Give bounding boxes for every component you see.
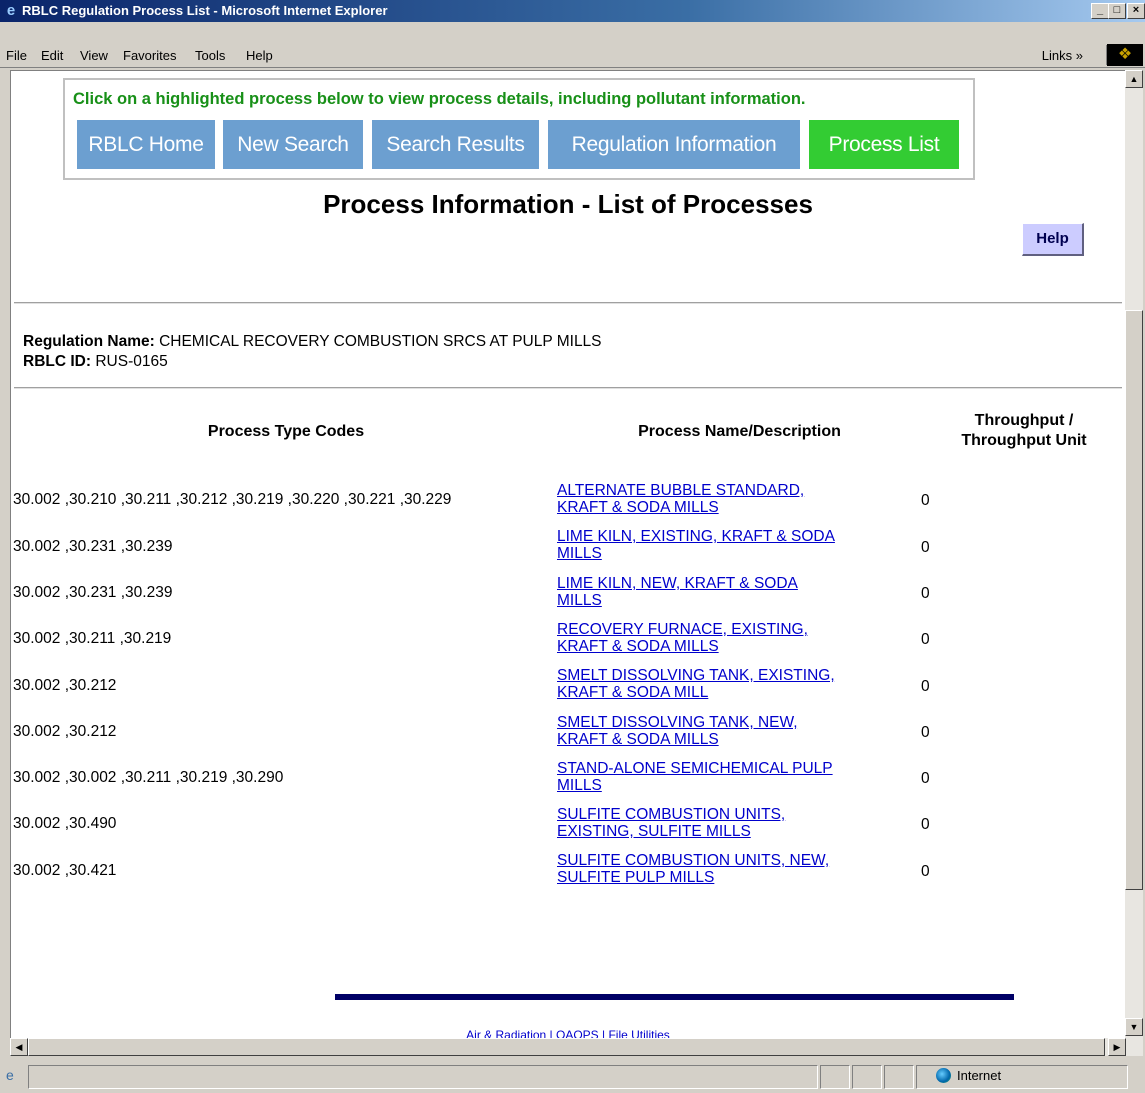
process-codes: 30.002 ,30.231 ,30.239 bbox=[13, 584, 173, 601]
regulation-name-label: Regulation Name: bbox=[23, 333, 155, 350]
menu-view[interactable]: View bbox=[80, 48, 108, 63]
divider bbox=[14, 302, 1122, 304]
horizontal-scroll-thumb[interactable] bbox=[28, 1038, 1105, 1056]
window-title: RBLC Regulation Process List - Microsoft… bbox=[22, 3, 388, 18]
regulation-name-line: Regulation Name: CHEMICAL RECOVERY COMBU… bbox=[23, 333, 602, 351]
page-status-icon: e bbox=[6, 1067, 14, 1083]
navigation-box: Click on a highlighted process below to … bbox=[63, 78, 975, 180]
footer-rule bbox=[335, 994, 1014, 1000]
windows-logo-icon: ❖ bbox=[1117, 46, 1133, 63]
nav-instructions: Click on a highlighted process below to … bbox=[73, 90, 806, 108]
windows-throbber: ❖ bbox=[1107, 44, 1143, 66]
process-codes: 30.002 ,30.421 bbox=[13, 862, 117, 879]
process-codes: 30.002 ,30.211 ,30.219 bbox=[13, 630, 172, 647]
nav-new-search[interactable]: New Search bbox=[223, 120, 363, 169]
regulation-name-value: CHEMICAL RECOVERY COMBUSTION SRCS AT PUL… bbox=[159, 333, 602, 350]
process-codes: 30.002 ,30.212 bbox=[13, 677, 117, 694]
throughput-value: 0 bbox=[921, 678, 930, 695]
process-link[interactable]: RECOVERY FURNACE, EXISTING, KRAFT & SODA … bbox=[557, 621, 907, 655]
process-link[interactable]: SULFITE COMBUSTION UNITS, NEW, SULFITE PU… bbox=[557, 852, 907, 886]
process-link[interactable]: LIME KILN, EXISTING, KRAFT & SODA MILLS bbox=[557, 528, 907, 562]
process-link[interactable]: SMELT DISSOLVING TANK, EXISTING, KRAFT & … bbox=[557, 667, 907, 701]
throughput-value: 0 bbox=[921, 585, 930, 602]
status-pane bbox=[820, 1065, 850, 1089]
status-bar: e Internet bbox=[0, 1062, 1145, 1093]
status-pane bbox=[852, 1065, 882, 1089]
scroll-down-button[interactable]: ▼ bbox=[1125, 1018, 1143, 1036]
security-zone-label: Internet bbox=[957, 1068, 1002, 1083]
process-link[interactable]: SMELT DISSOLVING TANK, NEW, KRAFT & SODA … bbox=[557, 714, 907, 748]
process-link[interactable]: SULFITE COMBUSTION UNITS, EXISTING, SULFI… bbox=[557, 806, 907, 840]
page-title: Process Information - List of Processes bbox=[323, 189, 813, 219]
throughput-value: 0 bbox=[921, 724, 930, 741]
process-codes: 30.002 ,30.490 bbox=[13, 815, 117, 832]
internet-zone-icon bbox=[936, 1068, 951, 1083]
process-codes: 30.002 ,30.231 ,30.239 bbox=[13, 538, 173, 555]
vertical-scroll-thumb[interactable] bbox=[1125, 310, 1143, 890]
rblc-id-value: RUS-0165 bbox=[95, 353, 168, 370]
throughput-value: 0 bbox=[921, 816, 930, 833]
menu-edit[interactable]: Edit bbox=[41, 48, 63, 63]
nav-regulation-information[interactable]: Regulation Information bbox=[548, 120, 800, 169]
status-text-pane bbox=[28, 1065, 818, 1089]
scroll-left-button[interactable]: ◀ bbox=[10, 1038, 28, 1056]
throughput-value: 0 bbox=[921, 863, 930, 880]
status-pane bbox=[884, 1065, 914, 1089]
process-codes: 30.002 ,30.002 ,30.211 ,30.219 ,30.290 bbox=[13, 769, 284, 786]
minimize-button[interactable]: _ bbox=[1091, 3, 1109, 19]
menu-favorites[interactable]: Favorites bbox=[123, 48, 176, 63]
column-header-name: Process Name/Description bbox=[638, 423, 841, 440]
page-viewport: Click on a highlighted process below to … bbox=[10, 70, 1125, 1039]
links-toolbar[interactable]: Links » bbox=[1042, 48, 1083, 63]
process-codes: 30.002 ,30.212 bbox=[13, 723, 117, 740]
scroll-right-button[interactable]: ▶ bbox=[1108, 1038, 1126, 1056]
ie-logo-icon: e bbox=[6, 2, 16, 19]
menu-tools[interactable]: Tools bbox=[195, 48, 225, 63]
menu-help[interactable]: Help bbox=[246, 48, 273, 63]
close-button[interactable]: × bbox=[1127, 3, 1145, 19]
scroll-up-button[interactable]: ▲ bbox=[1125, 70, 1143, 88]
menu-file[interactable]: File bbox=[6, 48, 27, 63]
process-link[interactable]: LIME KILN, NEW, KRAFT & SODA MILLS bbox=[557, 575, 907, 609]
throughput-value: 0 bbox=[921, 539, 930, 556]
nav-process-list[interactable]: Process List bbox=[809, 120, 959, 169]
throughput-value: 0 bbox=[921, 492, 930, 509]
maximize-button[interactable]: □ bbox=[1108, 3, 1126, 19]
column-header-throughput: Throughput / Throughput Unit bbox=[929, 411, 1119, 451]
divider bbox=[14, 387, 1122, 389]
nav-rblc-home[interactable]: RBLC Home bbox=[77, 120, 215, 169]
title-bar: e RBLC Regulation Process List - Microso… bbox=[0, 0, 1145, 22]
rblc-id-label: RBLC ID: bbox=[23, 353, 92, 370]
process-link[interactable]: ALTERNATE BUBBLE STANDARD, KRAFT & SODA M… bbox=[557, 482, 907, 516]
throughput-header-line1: Throughput / bbox=[974, 412, 1074, 429]
nav-search-results[interactable]: Search Results bbox=[372, 120, 539, 169]
menu-bar: File Edit View Favorites Tools Help Link… bbox=[0, 43, 1145, 68]
help-button[interactable]: Help bbox=[1022, 223, 1084, 256]
throughput-value: 0 bbox=[921, 770, 930, 787]
column-header-codes: Process Type Codes bbox=[207, 423, 365, 440]
rblc-id-line: RBLC ID: RUS-0165 bbox=[23, 353, 168, 371]
process-link[interactable]: STAND-ALONE SEMICHEMICAL PULP MILLS bbox=[557, 760, 907, 794]
throughput-value: 0 bbox=[921, 631, 930, 648]
throughput-header-line2: Throughput Unit bbox=[961, 432, 1087, 449]
process-codes: 30.002 ,30.210 ,30.211 ,30.212 ,30.219 ,… bbox=[13, 491, 452, 508]
